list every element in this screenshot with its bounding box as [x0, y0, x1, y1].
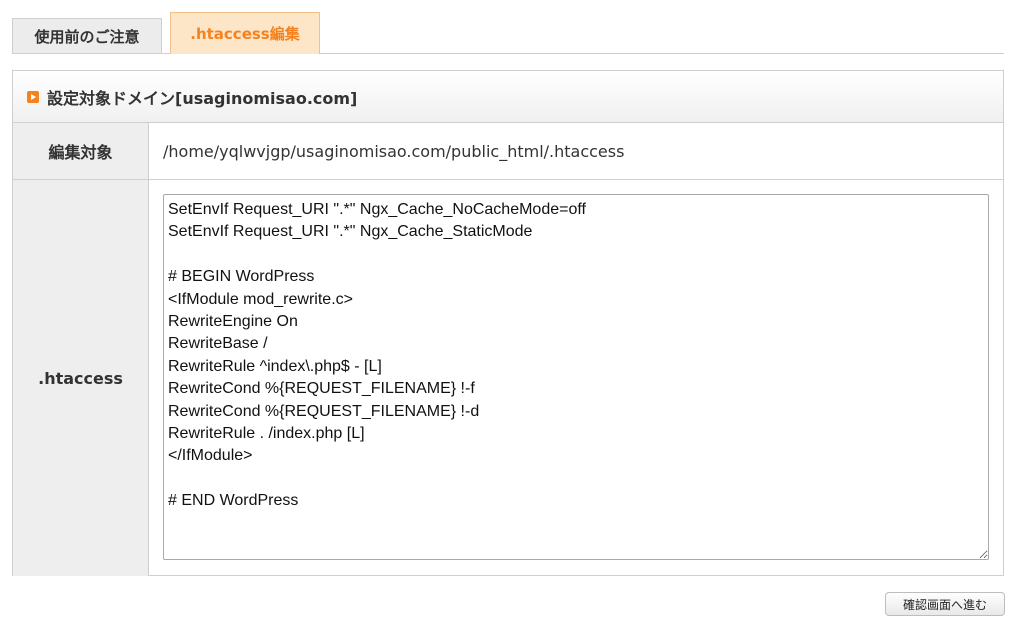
target-path: /home/yqlwvjgp/usaginomisao.com/public_h…	[163, 141, 625, 161]
target-row: 編集対象 /home/yqlwvjgp/usaginomisao.com/pub…	[13, 123, 1003, 180]
htaccess-row: .htaccess	[13, 180, 1003, 576]
htaccess-label: .htaccess	[13, 180, 149, 576]
tab-bar: 使用前のご注意 .htaccess編集	[12, 12, 1004, 54]
settings-panel: 設定対象ドメイン[usaginomisao.com] 編集対象 /home/yq…	[12, 70, 1004, 576]
panel-header: 設定対象ドメイン[usaginomisao.com]	[13, 71, 1003, 123]
htaccess-editor[interactable]	[163, 194, 989, 560]
arrow-bullet-icon	[27, 90, 39, 103]
target-label: 編集対象	[13, 123, 149, 179]
proceed-to-confirm-button[interactable]: 確認画面へ進む	[885, 592, 1005, 616]
tab-htaccess-edit[interactable]: .htaccess編集	[170, 12, 320, 54]
htaccess-editor-cell	[149, 180, 1003, 576]
tab-precautions[interactable]: 使用前のご注意	[12, 18, 162, 53]
panel-title: 設定対象ドメイン[usaginomisao.com]	[47, 88, 358, 108]
